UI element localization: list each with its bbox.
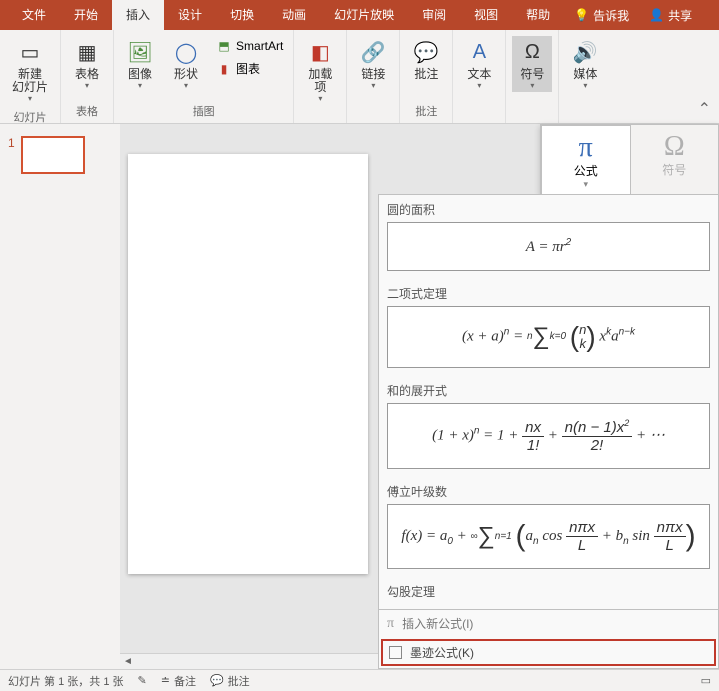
menu-view[interactable]: 视图 (460, 0, 512, 30)
comment-icon: 💬 (412, 38, 440, 66)
shapes-button[interactable]: ◯ 形状▾ (166, 36, 206, 92)
chart-icon: ▮ (216, 61, 232, 77)
smartart-icon: ⬒ (216, 38, 232, 54)
pi-small-icon: π (387, 616, 394, 632)
symbol-tab[interactable]: Ω 符号 (631, 125, 719, 194)
slide-canvas[interactable] (128, 154, 368, 574)
comments-button[interactable]: 💬 批注 (210, 673, 250, 689)
status-bar: 幻灯片 第 1 张，共 1 张 ✎ ≐ 备注 💬 批注 ▭ (0, 669, 719, 691)
eq-title-expand: 和的展开式 (379, 376, 718, 403)
pi-icon: π (542, 134, 630, 162)
new-slide-icon: ▭ (16, 38, 44, 66)
shapes-icon: ◯ (172, 38, 200, 66)
menu-transition[interactable]: 切换 (216, 0, 268, 30)
group-tables-label: 表格 (61, 101, 113, 121)
addin-button[interactable]: ◧ 加载 项▾ (300, 36, 340, 105)
thumb-number: 1 (8, 136, 15, 174)
menu-file[interactable]: 文件 (8, 0, 60, 30)
group-illust-label: 插图 (114, 101, 293, 121)
eq-fourier[interactable]: f(x) = a0 + ∞∑n=1 (an cos nπxL + bn sin … (387, 504, 710, 569)
equation-tab[interactable]: π 公式 ▾ (541, 125, 631, 194)
omega-icon: Ω (518, 38, 546, 66)
eq-title-pythag: 勾股定理 (379, 577, 718, 604)
tell-me[interactable]: 💡告诉我 (564, 7, 639, 24)
eq-title-binom: 二项式定理 (379, 279, 718, 306)
slide-thumb-1[interactable]: 1 (8, 136, 112, 174)
spellcheck-icon[interactable]: ✎ (138, 674, 147, 687)
equation-gallery: 圆的面积 A = πr2 二项式定理 (x + a)n = n∑k=0 nk x… (378, 194, 719, 669)
new-slide-button[interactable]: ▭ 新建 幻灯片 ▾ (6, 36, 54, 105)
ink-check-icon (389, 646, 402, 659)
smartart-button[interactable]: ⬒ SmartArt (212, 36, 287, 56)
eq-title-circle: 圆的面积 (379, 195, 718, 222)
chart-button[interactable]: ▮ 图表 (212, 58, 287, 79)
link-icon: 🔗 (359, 38, 387, 66)
menu-animation[interactable]: 动画 (268, 0, 320, 30)
table-icon: ▦ (73, 38, 101, 66)
menu-bar: 文件 开始 插入 设计 切换 动画 幻灯片放映 审阅 视图 帮助 💡告诉我 👤共… (0, 0, 719, 30)
group-comments-label: 批注 (400, 101, 452, 121)
lightbulb-icon: 💡 (574, 8, 589, 22)
eq-binomial[interactable]: (x + a)n = n∑k=0 nk xkan−k (387, 306, 710, 368)
ribbon: ▭ 新建 幻灯片 ▾ 幻灯片 ▦ 表格▾ 表格 🖼 图像▾ ◯ 形状▾ (0, 30, 719, 124)
omega-grey-icon: Ω (631, 133, 719, 161)
text-icon: A (465, 38, 493, 66)
thumb-preview (21, 136, 85, 174)
menu-review[interactable]: 审阅 (408, 0, 460, 30)
media-icon: 🔊 (571, 38, 599, 66)
share-button[interactable]: 👤共享 (639, 7, 702, 24)
symbol-submenu: π 公式 ▾ Ω 符号 (540, 124, 719, 195)
thumbnail-pane[interactable]: 1 (0, 124, 120, 669)
menu-design[interactable]: 设计 (164, 0, 216, 30)
equation-footer: π 插入新公式(I) 墨迹公式(K) (379, 609, 718, 668)
symbol-button[interactable]: Ω 符号▾ (512, 36, 552, 92)
media-button[interactable]: 🔊 媒体▾ (565, 36, 605, 92)
menu-help[interactable]: 帮助 (512, 0, 564, 30)
addin-icon: ◧ (306, 38, 334, 66)
scroll-left-icon[interactable]: ◄ (120, 654, 136, 669)
chevron-down-icon: ▾ (28, 94, 32, 103)
insert-new-equation[interactable]: π 插入新公式(I) (379, 610, 718, 637)
image-button[interactable]: 🖼 图像▾ (120, 36, 160, 92)
menu-insert[interactable]: 插入 (112, 0, 164, 30)
eq-expansion[interactable]: (1 + x)n = 1 + nx1! + n(n − 1)x22! + ⋯ (387, 403, 710, 469)
eq-circle-area[interactable]: A = πr2 (387, 222, 710, 271)
eq-title-fourier: 傅立叶级数 (379, 477, 718, 504)
normal-view-icon[interactable]: ▭ (701, 674, 711, 687)
table-button[interactable]: ▦ 表格▾ (67, 36, 107, 92)
link-button[interactable]: 🔗 链接▾ (353, 36, 393, 92)
person-icon: 👤 (649, 8, 664, 22)
collapse-ribbon-icon[interactable]: ⌃ (690, 95, 719, 123)
image-icon: 🖼 (126, 38, 154, 66)
slide-counter: 幻灯片 第 1 张，共 1 张 (8, 673, 124, 689)
comment-button[interactable]: 💬 批注 (406, 36, 446, 83)
menu-home[interactable]: 开始 (60, 0, 112, 30)
menu-slideshow[interactable]: 幻灯片放映 (320, 0, 408, 30)
text-button[interactable]: A 文本▾ (459, 36, 499, 92)
notes-button[interactable]: ≐ 备注 (161, 673, 196, 689)
ink-equation[interactable]: 墨迹公式(K) (381, 639, 716, 666)
